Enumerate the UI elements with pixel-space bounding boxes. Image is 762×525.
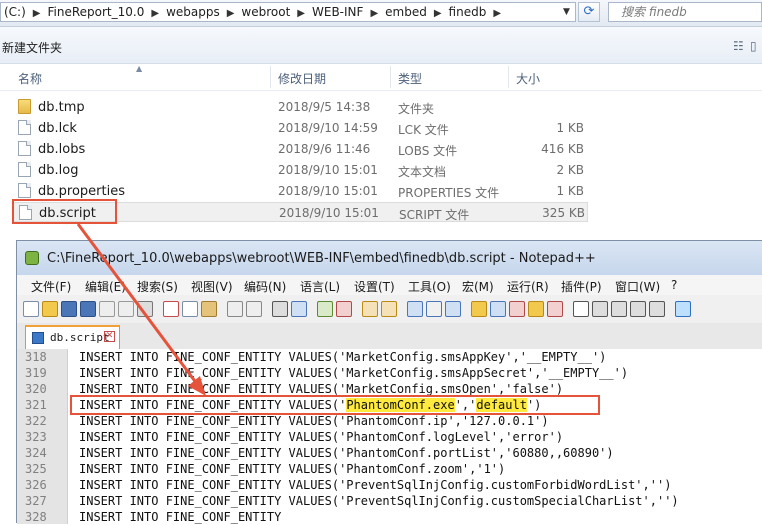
annotation-arrow-head [188,376,206,396]
annotation-arrow-shaft [76,223,202,389]
annotation-arrow [76,223,206,396]
